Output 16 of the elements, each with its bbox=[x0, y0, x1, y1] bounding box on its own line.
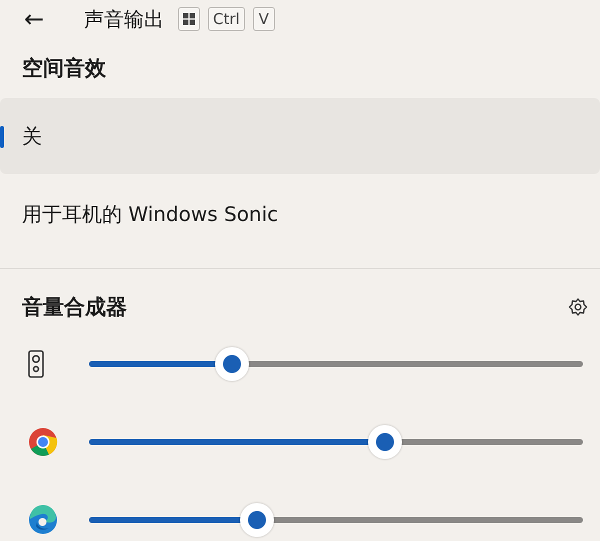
slider-thumb[interactable] bbox=[368, 425, 402, 459]
list-item[interactable]: 用于耳机的 Windows Sonic bbox=[0, 176, 600, 252]
back-button[interactable]: ← bbox=[24, 5, 76, 33]
slider-thumb[interactable] bbox=[240, 503, 274, 537]
section-title: 音量合成器 bbox=[22, 294, 127, 321]
list-item[interactable]: 关 bbox=[0, 98, 600, 174]
settings-icon[interactable] bbox=[568, 297, 588, 317]
browser-icon bbox=[28, 427, 58, 457]
keyboard-key: Ctrl bbox=[208, 7, 245, 31]
section-title: 空间音效 bbox=[21, 55, 107, 82]
page-title: 声音输出 bbox=[84, 6, 164, 32]
browser-icon bbox=[28, 505, 58, 535]
windows-key-icon bbox=[178, 7, 200, 31]
speaker-icon bbox=[28, 350, 44, 378]
slider-thumb[interactable] bbox=[215, 347, 250, 381]
keyboard-key: V bbox=[252, 7, 275, 31]
